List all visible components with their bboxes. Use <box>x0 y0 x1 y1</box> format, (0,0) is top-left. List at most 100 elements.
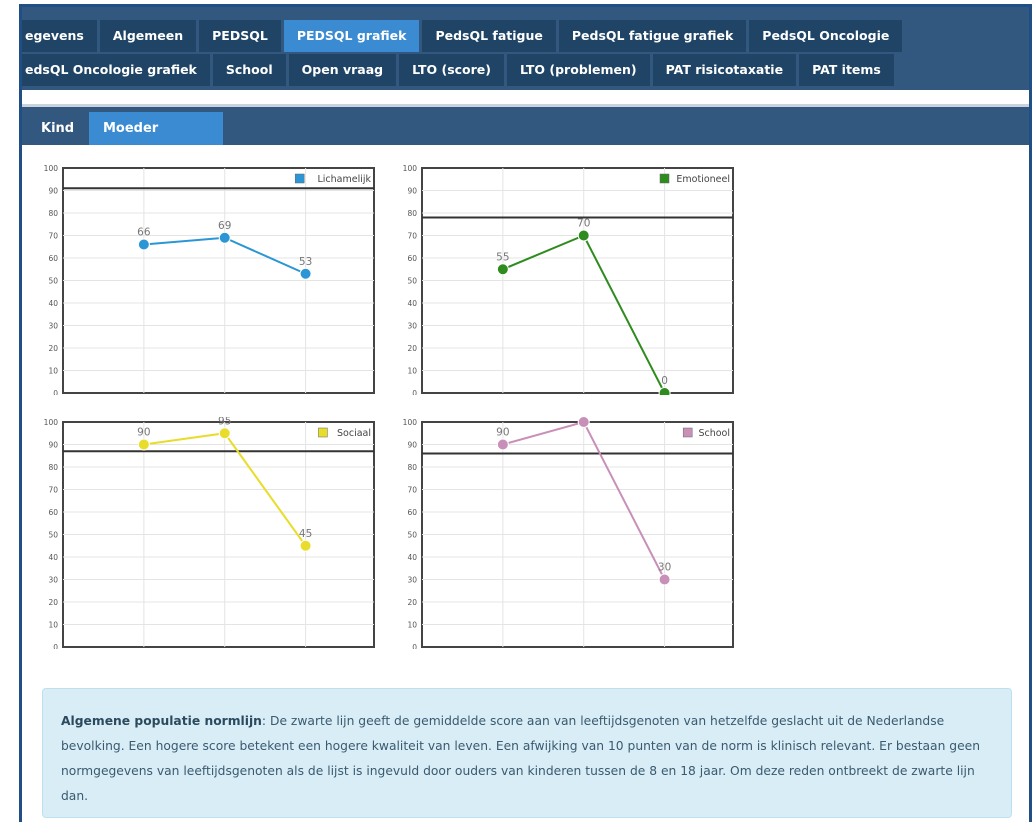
y-tick-label: 70 <box>48 232 58 241</box>
y-tick-label: 100 <box>403 418 418 427</box>
y-tick-label: 0 <box>53 389 58 395</box>
data-label: 0 <box>661 375 668 387</box>
legend-swatch <box>318 427 328 438</box>
data-point <box>658 387 671 395</box>
tab-pat-items[interactable]: PAT items <box>799 54 894 86</box>
chart-school: 010203040506070809010011-05-1502-11-1730… <box>396 417 736 649</box>
legend-label: School <box>698 428 730 439</box>
chart-lichamelijk: 010203040506070809010011-05-1502-11-1730… <box>37 163 377 395</box>
tab-pat-risicotaxatie[interactable]: PAT risicotaxatie <box>652 54 797 86</box>
y-tick-label: 0 <box>412 389 417 395</box>
y-tick-label: 20 <box>407 598 417 607</box>
data-point <box>137 238 150 251</box>
tab-edsql-oncologie-grafiek[interactable]: edsQL Oncologie grafiek <box>22 54 210 86</box>
tab-lto-score[interactable]: LTO (score) <box>399 54 504 86</box>
tab-pedsql-oncologie[interactable]: PedsQL Oncologie <box>749 20 903 52</box>
chart-sociaal: 010203040506070809010011-05-1502-11-1730… <box>37 417 377 649</box>
info-title: Algemene populatie normlijn <box>61 714 262 728</box>
tab-lto-problemen[interactable]: LTO (problemen) <box>507 54 650 86</box>
y-tick-label: 50 <box>407 531 417 540</box>
data-point <box>577 229 590 242</box>
y-tick-label: 60 <box>407 254 417 263</box>
legend-swatch <box>294 173 305 184</box>
tab-pedsql-fatigue-grafiek[interactable]: PedsQL fatigue grafiek <box>558 20 747 52</box>
data-point <box>577 417 590 428</box>
y-tick-label: 50 <box>48 531 58 540</box>
legend-label: Lichamelijk <box>317 174 371 185</box>
y-tick-label: 80 <box>48 209 58 218</box>
tab-row-1: egevens Algemeen PEDSQL PEDSQL grafiek PedsQ… <box>22 20 905 52</box>
tab-open-vraag[interactable]: Open vraag <box>288 54 397 86</box>
y-tick-label: 70 <box>407 232 417 241</box>
data-point <box>496 438 509 451</box>
y-tick-label: 50 <box>48 277 58 286</box>
data-label: 69 <box>218 220 231 232</box>
subtab-kind[interactable]: Kind <box>27 112 88 145</box>
y-tick-label: 0 <box>53 643 58 649</box>
data-point <box>299 539 312 552</box>
legend-swatch <box>682 427 693 438</box>
y-tick-label: 40 <box>48 553 58 562</box>
tab-row-2: edsQL Oncologie grafiek School Open vraag L… <box>22 54 897 86</box>
tab-separator <box>22 90 1029 104</box>
y-tick-label: 40 <box>407 553 417 562</box>
y-tick-label: 20 <box>48 598 58 607</box>
data-point <box>137 438 150 451</box>
legend-label: Emotioneel <box>676 174 730 185</box>
app-frame: egevens Algemeen PEDSQL PEDSQL grafiek PedsQ… <box>19 4 1032 822</box>
y-tick-label: 70 <box>407 486 417 495</box>
y-tick-label: 60 <box>48 254 58 263</box>
y-tick-label: 50 <box>407 277 417 286</box>
data-label: 66 <box>137 227 151 239</box>
y-tick-label: 90 <box>48 187 58 196</box>
chart-emotioneel: 010203040506070809010011-05-1502-11-1730… <box>396 163 736 395</box>
y-tick-label: 90 <box>407 187 417 196</box>
y-tick-label: 30 <box>48 322 58 331</box>
data-label: 90 <box>137 427 150 439</box>
y-tick-label: 10 <box>407 367 417 376</box>
data-label: 30 <box>658 562 671 574</box>
tab-egevens[interactable]: egevens <box>22 20 97 52</box>
data-label: 90 <box>496 427 509 439</box>
y-tick-label: 80 <box>407 463 417 472</box>
tab-pedsql-grafiek[interactable]: PEDSQL grafiek <box>283 20 420 52</box>
y-tick-label: 80 <box>407 209 417 218</box>
y-tick-label: 40 <box>48 299 58 308</box>
y-tick-label: 10 <box>48 367 58 376</box>
tab-bar: egevens Algemeen PEDSQL PEDSQL grafiek PedsQ… <box>22 7 1029 90</box>
y-tick-label: 30 <box>407 576 417 585</box>
data-label: 55 <box>496 251 509 263</box>
y-tick-label: 100 <box>403 164 418 173</box>
y-tick-label: 40 <box>407 299 417 308</box>
legend-label: Sociaal <box>337 428 371 439</box>
y-tick-label: 80 <box>48 463 58 472</box>
tab-pedsql[interactable]: PEDSQL <box>199 20 281 52</box>
data-point <box>299 267 312 280</box>
data-point <box>496 263 509 276</box>
data-label: 45 <box>299 528 312 540</box>
data-label: 70 <box>577 218 590 230</box>
data-label: 53 <box>299 256 312 268</box>
subtab-moeder[interactable]: Moeder <box>89 112 223 145</box>
y-tick-label: 20 <box>407 344 417 353</box>
data-point <box>658 573 671 586</box>
y-tick-label: 10 <box>48 621 58 630</box>
y-tick-label: 60 <box>48 508 58 517</box>
data-point <box>218 427 231 440</box>
y-tick-label: 30 <box>48 576 58 585</box>
y-tick-label: 90 <box>407 441 417 450</box>
y-tick-label: 90 <box>48 441 58 450</box>
data-point <box>218 231 231 244</box>
tab-pedsql-fatigue[interactable]: PedsQL fatigue <box>422 20 556 52</box>
y-tick-label: 100 <box>44 418 59 427</box>
y-tick-label: 10 <box>407 621 417 630</box>
legend-swatch <box>659 173 670 184</box>
y-tick-label: 100 <box>44 164 59 173</box>
tab-school[interactable]: School <box>212 54 286 86</box>
normline-info-box: Algemene populatie normlijn: De zwarte l… <box>42 688 1012 818</box>
tab-algemeen[interactable]: Algemeen <box>99 20 197 52</box>
y-tick-label: 60 <box>407 508 417 517</box>
subtab-bar: Kind Moeder <box>22 107 1029 145</box>
y-tick-label: 20 <box>48 344 58 353</box>
data-label: 95 <box>218 417 231 427</box>
